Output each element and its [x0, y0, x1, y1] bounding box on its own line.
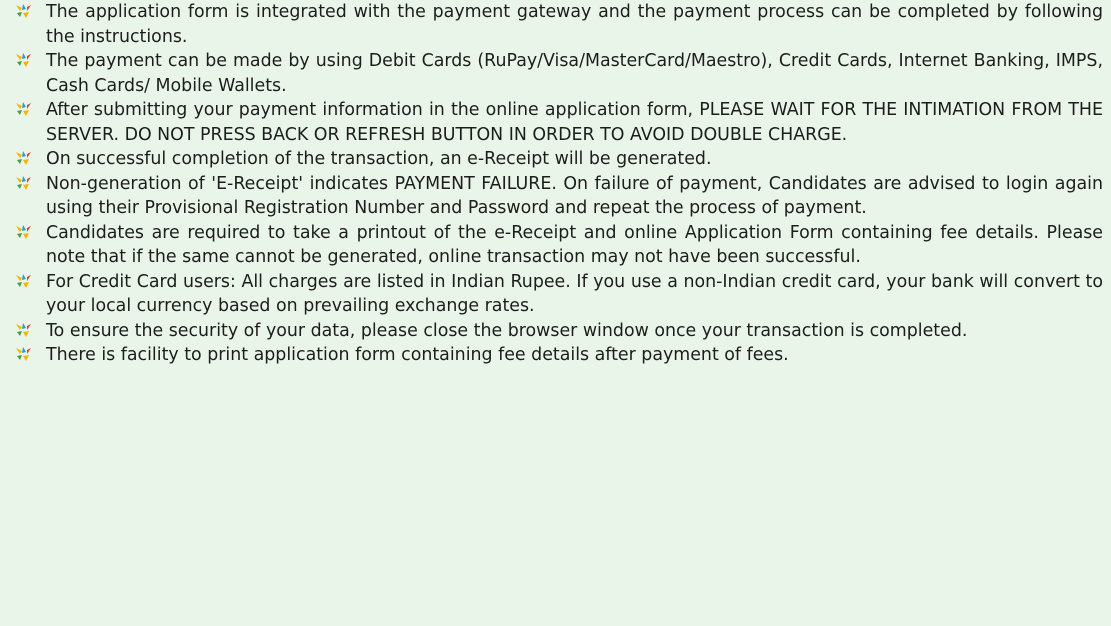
sparkle-bullet-icon	[16, 151, 31, 165]
list-item: On successful completion of the transact…	[8, 147, 1103, 172]
instruction-text: After submitting your payment informatio…	[46, 100, 1103, 145]
instruction-text: Candidates are required to take a printo…	[46, 222, 1103, 268]
list-item: The payment can be made by using Debit C…	[8, 49, 1103, 98]
instruction-text: The payment can be made by using Debit C…	[46, 51, 1103, 96]
instruction-text: There is facility to print application f…	[46, 345, 789, 365]
sparkle-bullet-icon	[16, 53, 31, 67]
sparkle-bullet-icon	[16, 347, 31, 361]
list-item: The application form is integrated with …	[8, 0, 1103, 49]
list-item: For Credit Card users: All charges are l…	[8, 270, 1103, 319]
payment-instructions-panel: The application form is integrated with …	[0, 0, 1111, 626]
instruction-text: Non-generation of 'E-Receipt' indicates …	[46, 173, 1103, 219]
instruction-text: To ensure the security of your data, ple…	[46, 320, 968, 341]
list-item: To ensure the security of your data, ple…	[8, 319, 1103, 344]
instruction-text: On successful completion of the transact…	[46, 149, 712, 169]
instruction-text: The application form is integrated with …	[46, 2, 1103, 47]
instruction-text: For Credit Card users: All charges are l…	[46, 271, 1103, 317]
sparkle-bullet-icon	[16, 102, 31, 116]
list-item: Non-generation of 'E-Receipt' indicates …	[8, 172, 1103, 221]
sparkle-bullet-icon	[16, 322, 31, 337]
instructions-list: The application form is integrated with …	[8, 0, 1103, 368]
sparkle-bullet-icon	[16, 224, 31, 239]
list-item: Candidates are required to take a printo…	[8, 221, 1103, 270]
list-item: There is facility to print application f…	[8, 343, 1103, 368]
sparkle-bullet-icon	[16, 175, 31, 190]
sparkle-bullet-icon	[16, 4, 31, 18]
sparkle-bullet-icon	[16, 273, 31, 288]
list-item: After submitting your payment informatio…	[8, 98, 1103, 147]
